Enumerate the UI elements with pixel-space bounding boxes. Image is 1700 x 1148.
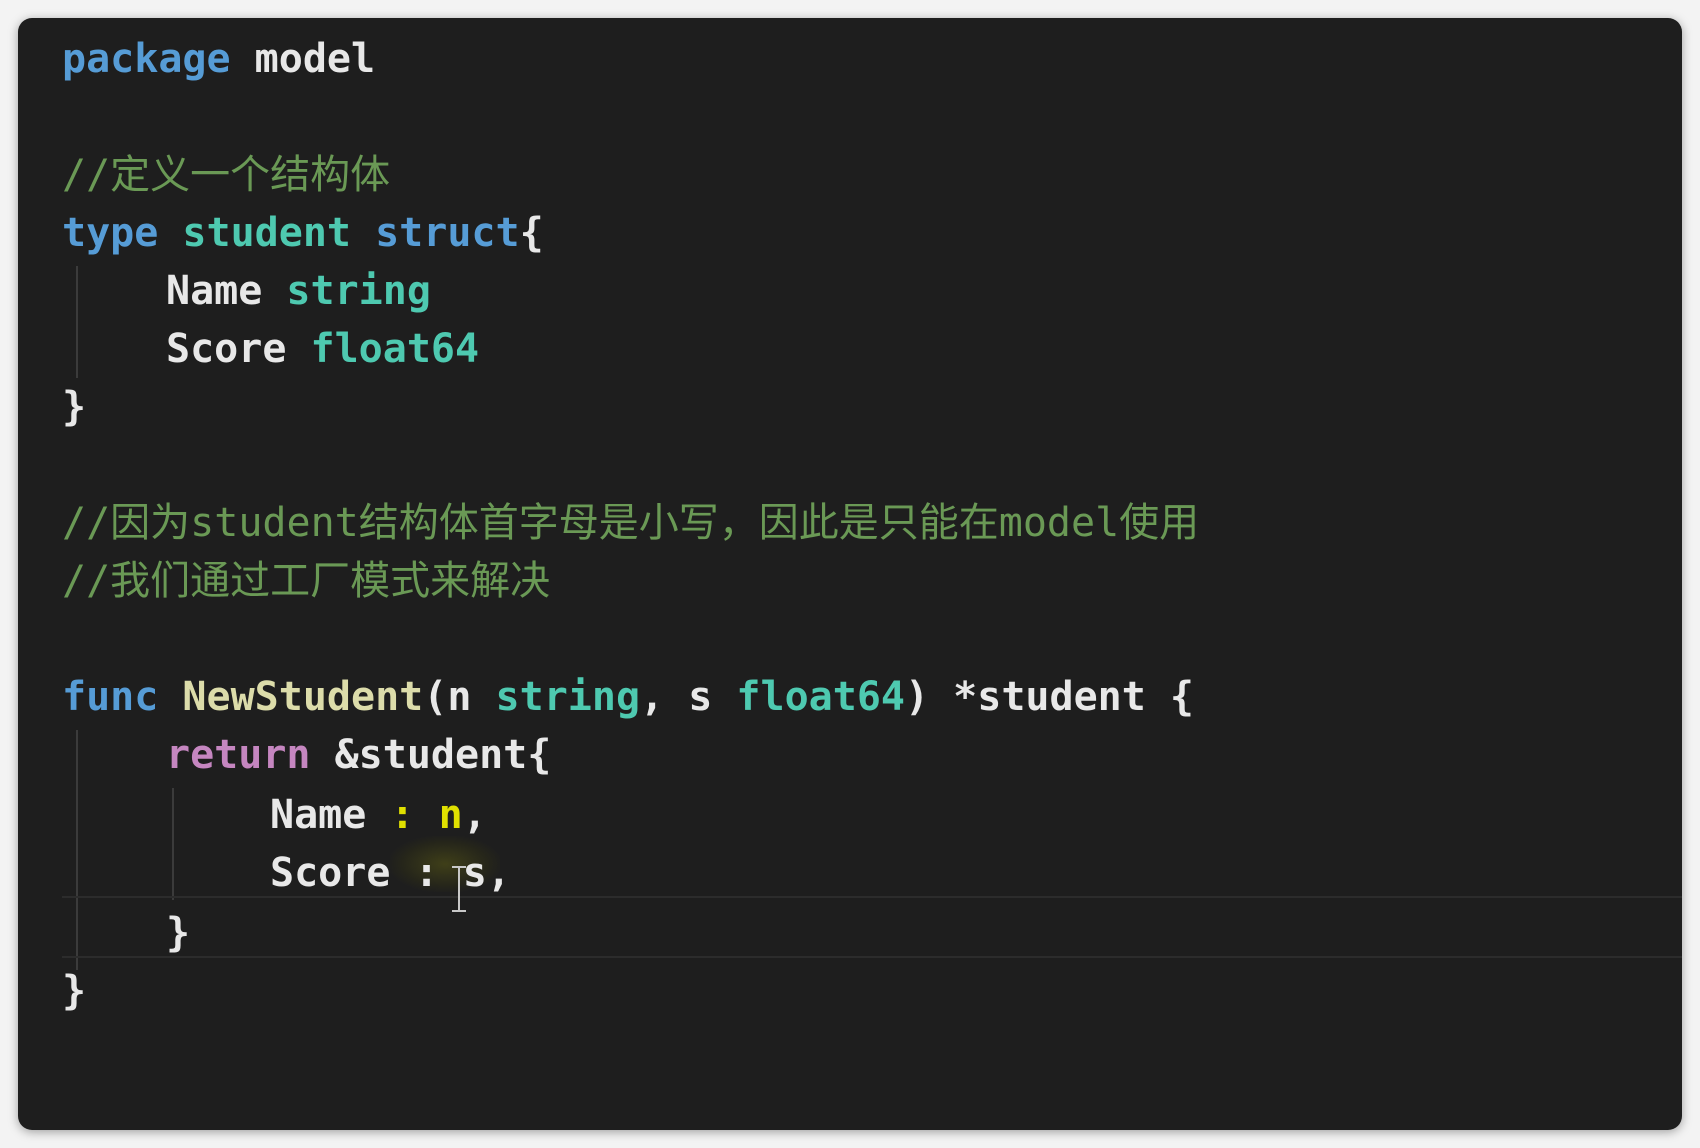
text-cursor-icon: [450, 866, 468, 912]
code-line-comment-define: //定义一个结构体: [62, 144, 390, 206]
code-line-close-struct: }: [62, 376, 86, 438]
code-line-close-literal: }: [166, 902, 190, 964]
code-line-field-score: Score float64: [166, 318, 479, 380]
type-name-student: student: [182, 210, 351, 256]
code-line-close-func: }: [62, 960, 86, 1022]
param-s: s: [688, 674, 713, 720]
code-line-init-score: Score : s,: [270, 842, 511, 904]
comment-define: //定义一个结构体: [62, 152, 391, 198]
code-line-package: package model: [62, 28, 375, 90]
indent-guide: [76, 266, 78, 378]
keyword-return: return: [166, 732, 311, 778]
code-area[interactable]: package model //定义一个结构体 type student str…: [18, 18, 1682, 1130]
init-key-score: Score: [270, 850, 391, 896]
indent-guide: [172, 788, 174, 900]
close-brace: }: [62, 384, 87, 430]
keyword-type: type: [62, 210, 159, 256]
code-line-init-name: Name : n,: [270, 784, 487, 846]
init-score-comma: ,: [486, 850, 511, 896]
param-comma: ,: [640, 674, 665, 720]
close-paren: ): [904, 674, 930, 720]
code-line-type-decl: type student struct{: [62, 202, 544, 264]
return-type: *student: [953, 674, 1146, 720]
keyword-package: package: [62, 36, 231, 82]
code-line-field-name: Name string: [166, 260, 431, 322]
keyword-struct: struct: [375, 210, 520, 256]
field-name-type: string: [286, 268, 431, 314]
init-name-value: n: [438, 792, 463, 838]
init-score-colon: :: [414, 850, 439, 896]
comment-lowercase-note: //因为student结构体首字母是小写，因此是只能在model使用: [62, 500, 1200, 546]
return-expression: &student{: [334, 732, 552, 778]
code-line-func-decl: func NewStudent(n string, s float64) *st…: [62, 666, 1194, 728]
init-name-colon: :: [390, 792, 415, 838]
function-name: NewStudent: [182, 674, 424, 720]
code-line-comment-2: //我们通过工厂模式来解决: [62, 550, 550, 612]
param-s-type: float64: [736, 674, 905, 720]
open-paren: (: [423, 674, 448, 720]
code-line-return: return &student{: [166, 724, 551, 786]
close-brace-func: }: [62, 968, 87, 1014]
code-line-comment-1: //因为student结构体首字母是小写，因此是只能在model使用: [62, 492, 1199, 554]
current-line-highlight: [62, 896, 1682, 958]
open-brace: {: [519, 210, 544, 256]
init-name-comma: ,: [462, 792, 487, 838]
field-score-type: float64: [310, 326, 480, 372]
code-editor-window: package model //定义一个结构体 type student str…: [18, 18, 1682, 1130]
param-n-type: string: [495, 674, 641, 720]
close-brace-literal: }: [166, 910, 191, 956]
keyword-func: func: [62, 674, 159, 720]
init-key-name: Name: [270, 792, 367, 838]
comment-factory-note: //我们通过工厂模式来解决: [62, 558, 551, 604]
field-score-identifier: Score: [166, 326, 287, 372]
package-name: model: [254, 36, 376, 82]
field-name-identifier: Name: [166, 268, 263, 314]
param-n: n: [447, 674, 472, 720]
func-open-brace: {: [1169, 674, 1195, 720]
